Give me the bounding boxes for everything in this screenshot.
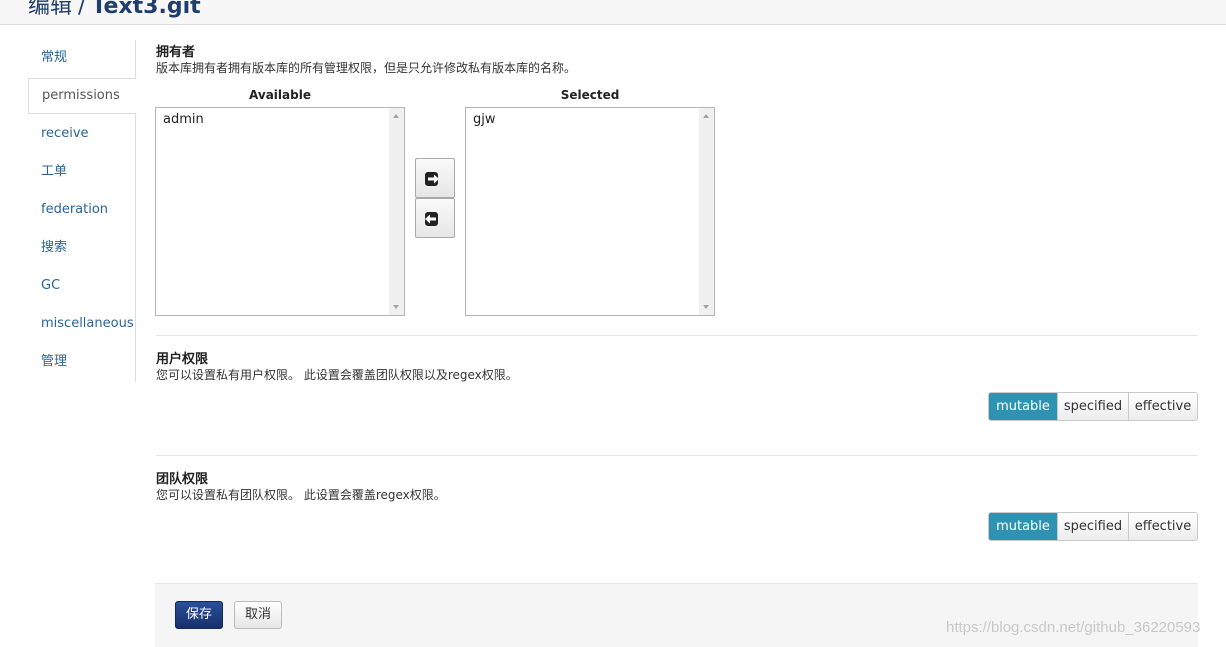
- sidebar-item-permissions[interactable]: permissions: [28, 78, 137, 114]
- page-title-separator: /: [78, 0, 86, 19]
- move-right-button[interactable]: [415, 158, 455, 198]
- team-mode-specified-button[interactable]: specified: [1057, 513, 1128, 540]
- available-owner-option[interactable]: admin: [156, 108, 404, 127]
- available-list-scrollbar[interactable]: [389, 108, 404, 315]
- scroll-up-icon[interactable]: [393, 114, 399, 118]
- settings-sidebar: 常规 permissions receive 工单 federation 搜索 …: [28, 40, 137, 382]
- user-mode-mutable-button[interactable]: mutable: [989, 393, 1057, 420]
- page-title-edit: 编辑: [28, 0, 73, 19]
- page-header: 编辑 / Text3.git: [0, 0, 1226, 25]
- save-button[interactable]: 保存: [175, 601, 223, 629]
- available-header: Available: [249, 88, 311, 102]
- sidebar-item-admin[interactable]: 管理: [28, 344, 136, 380]
- sidebar-item-federation[interactable]: federation: [28, 192, 136, 228]
- move-left-button[interactable]: [415, 198, 455, 238]
- selected-owners-list[interactable]: gjw: [465, 107, 715, 316]
- cancel-button[interactable]: 取消: [234, 601, 282, 629]
- sidebar-item-general[interactable]: 常规: [28, 40, 136, 76]
- available-owners-list[interactable]: admin: [155, 107, 405, 316]
- user-permissions-mode-toggle: mutable specified effective: [988, 392, 1198, 421]
- scroll-up-icon[interactable]: [703, 114, 709, 118]
- user-permissions-description: 您可以设置私有用户权限。 此设置会覆盖团队权限以及regex权限。: [156, 368, 518, 382]
- sidebar-item-gc[interactable]: GC: [28, 268, 136, 304]
- page-title-repo: Text3.git: [91, 0, 201, 19]
- user-mode-specified-button[interactable]: specified: [1057, 393, 1128, 420]
- arrow-right-icon: [425, 172, 439, 186]
- sidebar-item-receive[interactable]: receive: [28, 116, 136, 152]
- team-permissions-description: 您可以设置私有团队权限。 此设置会覆盖regex权限。: [156, 488, 446, 502]
- team-permissions-title: 团队权限: [156, 472, 209, 487]
- team-permissions-mode-toggle: mutable specified effective: [988, 512, 1198, 541]
- sidebar-item-search[interactable]: 搜索: [28, 230, 136, 266]
- scroll-down-icon[interactable]: [703, 305, 709, 309]
- team-mode-effective-button[interactable]: effective: [1128, 513, 1197, 540]
- sidebar-item-miscellaneous[interactable]: miscellaneous: [28, 306, 136, 342]
- team-mode-mutable-button[interactable]: mutable: [989, 513, 1057, 540]
- scroll-down-icon[interactable]: [393, 305, 399, 309]
- watermark: https://blog.csdn.net/github_36220593: [946, 619, 1201, 636]
- owners-title: 拥有者: [156, 45, 196, 60]
- arrow-left-icon: [425, 212, 438, 226]
- section-divider: [156, 335, 1198, 336]
- selected-list-scrollbar[interactable]: [699, 108, 714, 315]
- section-divider: [156, 455, 1198, 456]
- page-title: 编辑 / Text3.git: [28, 0, 201, 20]
- selected-header: Selected: [560, 88, 620, 102]
- sidebar-item-tickets[interactable]: 工单: [28, 154, 136, 190]
- user-permissions-title: 用户权限: [156, 352, 209, 367]
- form-actions: 保存 取消: [155, 583, 1198, 647]
- selected-owner-option[interactable]: gjw: [466, 108, 714, 127]
- user-mode-effective-button[interactable]: effective: [1128, 393, 1197, 420]
- owners-description: 版本库拥有者拥有版本库的所有管理权限，但是只允许修改私有版本库的名称。: [156, 61, 577, 75]
